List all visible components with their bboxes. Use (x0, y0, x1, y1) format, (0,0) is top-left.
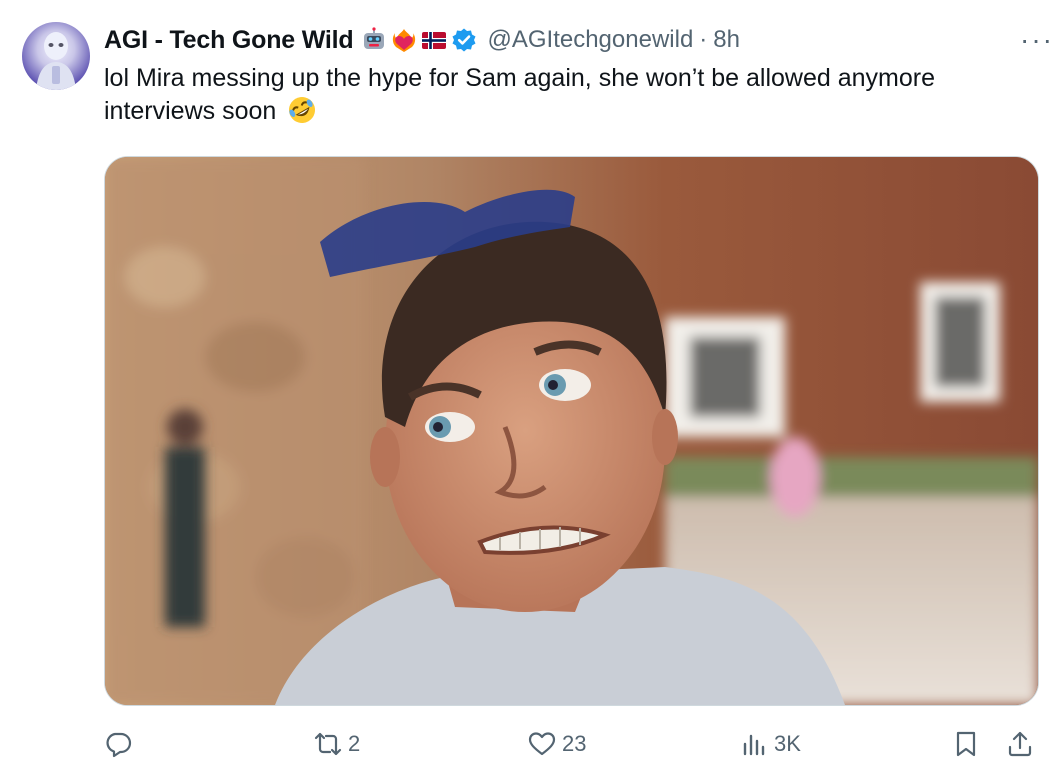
like-button[interactable]: 23 (528, 720, 586, 768)
reply-button[interactable] (104, 720, 138, 768)
author-emojis (361, 27, 477, 53)
tweet-time[interactable]: 8h (713, 26, 740, 54)
tweet-header: AGI - Tech Gone Wild @AGItechgonewild · … (104, 22, 1042, 58)
retweet-button[interactable]: 2 (314, 720, 360, 768)
share-button[interactable] (1006, 720, 1034, 768)
separator-dot: · (699, 26, 708, 53)
robot-avatar-icon (36, 32, 76, 90)
heart-icon (528, 732, 556, 756)
robot-face-icon (364, 27, 385, 49)
norway-flag-icon (422, 32, 447, 49)
bookmark-icon (956, 731, 976, 757)
photo-illustration (105, 157, 1038, 705)
retweet-count: 2 (348, 731, 361, 756)
like-count: 23 (562, 731, 587, 756)
retweet-icon (314, 732, 342, 756)
share-icon (1008, 731, 1032, 757)
views-count: 3K (774, 731, 801, 756)
heart-on-fire-icon (393, 29, 416, 52)
analytics-bar-icon (743, 734, 765, 756)
tweet-actions: 2 23 3K (104, 720, 1044, 768)
tweet-text-body: lol Mira messing up the hype for Sam aga… (104, 64, 935, 125)
tweet-text: lol Mira messing up the hype for Sam aga… (104, 62, 1034, 128)
author-name[interactable]: AGI - Tech Gone Wild (104, 26, 354, 55)
verified-badge-icon[interactable] (451, 27, 477, 53)
author-handle[interactable]: @AGItechgonewild (487, 26, 693, 54)
bookmark-button[interactable] (952, 720, 980, 768)
tweet-media-photo[interactable] (104, 156, 1039, 706)
more-options-icon[interactable]: ··· (1020, 24, 1054, 56)
rolling-on-floor-laughing-icon (289, 97, 316, 123)
views-button[interactable]: 3K (740, 720, 801, 768)
reply-icon (106, 732, 132, 758)
avatar[interactable] (22, 22, 90, 90)
